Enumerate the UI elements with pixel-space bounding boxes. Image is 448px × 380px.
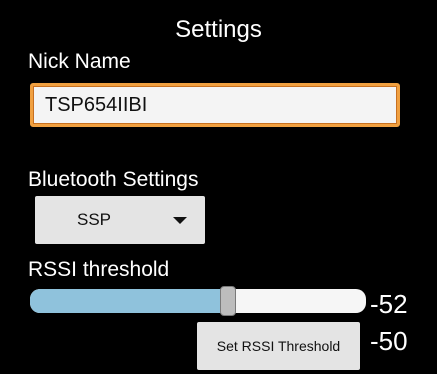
caret-down-icon — [173, 217, 187, 224]
page-title: Settings — [175, 16, 262, 43]
rssi-threshold-label: RSSI threshold — [28, 258, 170, 281]
settings-screen: Settings Nick Name Bluetooth Settings SS… — [0, 0, 437, 374]
slider-fill — [30, 289, 228, 313]
bluetooth-mode-dropdown[interactable]: SSP — [35, 196, 205, 244]
slider-track — [30, 289, 366, 313]
rssi-threshold-slider[interactable] — [30, 286, 366, 316]
bluetooth-mode-value: SSP — [77, 210, 112, 229]
bluetooth-settings-label: Bluetooth Settings — [28, 168, 199, 191]
slider-value-readout: -52 — [370, 289, 408, 319]
set-rssi-threshold-button[interactable]: Set RSSI Threshold — [197, 322, 360, 370]
nick-name-label: Nick Name — [28, 50, 131, 73]
slider-thumb[interactable] — [220, 286, 236, 316]
nick-name-input[interactable] — [30, 83, 400, 127]
threshold-value-readout: -50 — [370, 326, 408, 356]
